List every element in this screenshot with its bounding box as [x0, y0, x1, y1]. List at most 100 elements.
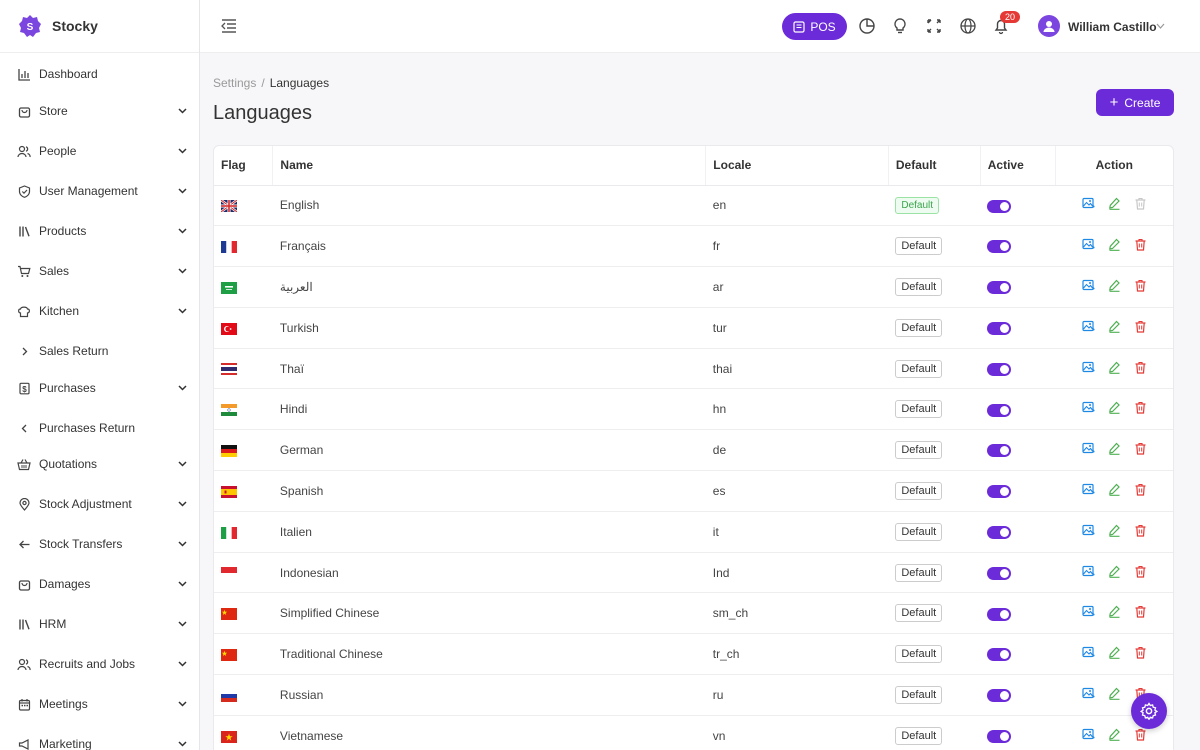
active-toggle[interactable] — [987, 281, 1012, 295]
column-header-name[interactable]: Name — [272, 146, 706, 186]
active-toggle[interactable] — [987, 566, 1012, 580]
active-toggle[interactable] — [987, 525, 1012, 539]
delete-icon[interactable] — [1134, 646, 1147, 659]
sidebar-item-damages[interactable]: Damages — [0, 566, 199, 602]
set-default-button[interactable]: Default — [895, 604, 943, 623]
menu-toggle-icon[interactable] — [220, 18, 238, 34]
delete-icon[interactable] — [1134, 401, 1147, 414]
sidebar-item-sales-return[interactable]: Sales Return — [0, 333, 199, 369]
sidebar-item-sales[interactable]: Sales — [0, 253, 199, 289]
column-header-active[interactable]: Active — [979, 146, 1056, 186]
active-toggle[interactable] — [987, 729, 1012, 743]
set-default-button[interactable]: Default — [895, 481, 943, 500]
pie-chart-icon[interactable] — [858, 17, 876, 35]
delete-icon[interactable] — [1134, 442, 1147, 455]
set-default-button[interactable]: Default — [895, 522, 943, 541]
upload-flag-icon[interactable] — [1081, 483, 1095, 496]
set-default-button[interactable]: Default — [895, 441, 943, 460]
set-default-button[interactable]: Default — [895, 318, 943, 337]
upload-flag-icon[interactable] — [1081, 605, 1095, 618]
active-toggle[interactable] — [987, 240, 1012, 254]
set-default-button[interactable]: Default — [895, 277, 943, 296]
set-default-button[interactable]: Default — [895, 685, 943, 704]
sidebar-item-recruits-and-jobs[interactable]: Recruits and Jobs — [0, 646, 199, 682]
upload-flag-icon[interactable] — [1081, 238, 1095, 251]
upload-flag-icon[interactable] — [1081, 728, 1095, 741]
brand[interactable]: S Stocky — [0, 0, 199, 53]
set-default-button[interactable]: Default — [895, 563, 943, 582]
edit-icon[interactable] — [1108, 483, 1121, 496]
delete-icon[interactable] — [1134, 605, 1147, 618]
sidebar-item-quotations[interactable]: Quotations — [0, 446, 199, 482]
upload-flag-icon[interactable] — [1081, 524, 1095, 537]
upload-flag-icon[interactable] — [1081, 361, 1095, 374]
delete-icon[interactable] — [1134, 524, 1147, 537]
delete-icon[interactable] — [1134, 238, 1147, 251]
settings-fab[interactable] — [1131, 693, 1167, 729]
active-toggle[interactable] — [987, 199, 1012, 213]
sidebar-item-marketing[interactable]: Marketing — [0, 726, 199, 750]
delete-icon[interactable] — [1134, 483, 1147, 496]
set-default-button[interactable]: Default — [895, 359, 943, 378]
upload-flag-icon[interactable] — [1081, 320, 1095, 333]
create-button[interactable]: + Create — [1096, 89, 1174, 116]
set-default-button[interactable]: Default — [895, 237, 943, 256]
active-toggle[interactable] — [987, 444, 1012, 458]
upload-flag-icon[interactable] — [1081, 279, 1095, 292]
edit-icon[interactable] — [1108, 728, 1121, 741]
column-header-locale[interactable]: Locale — [705, 146, 889, 186]
active-toggle[interactable] — [987, 648, 1012, 662]
sidebar-item-kitchen[interactable]: Kitchen — [0, 293, 199, 329]
edit-icon[interactable] — [1108, 687, 1121, 700]
sidebar-item-people[interactable]: People — [0, 133, 199, 169]
sidebar-item-stock-adjustment[interactable]: Stock Adjustment — [0, 486, 199, 522]
upload-flag-icon[interactable] — [1081, 401, 1095, 414]
sidebar-item-stock-transfers[interactable]: Stock Transfers — [0, 526, 199, 562]
column-header-default[interactable]: Default — [887, 146, 981, 186]
sidebar-item-dashboard[interactable]: Dashboard — [0, 56, 199, 92]
pos-button[interactable]: POS — [782, 13, 847, 40]
delete-icon[interactable] — [1134, 728, 1147, 741]
user-name[interactable]: William Castillo — [1068, 20, 1157, 34]
sidebar-item-purchases[interactable]: $ Purchases — [0, 370, 199, 406]
sidebar-item-user-management[interactable]: User Management — [0, 173, 199, 209]
delete-icon[interactable] — [1134, 361, 1147, 374]
column-header-flag[interactable]: Flag — [214, 146, 273, 186]
delete-icon[interactable] — [1134, 279, 1147, 292]
globe-icon[interactable] — [959, 17, 977, 35]
edit-icon[interactable] — [1108, 646, 1121, 660]
avatar[interactable] — [1038, 15, 1060, 37]
edit-icon[interactable] — [1108, 524, 1121, 537]
delete-icon[interactable] — [1134, 565, 1147, 578]
lightbulb-icon[interactable] — [891, 17, 909, 35]
active-toggle[interactable] — [987, 362, 1012, 376]
active-toggle[interactable] — [987, 607, 1012, 621]
edit-icon[interactable] — [1108, 605, 1121, 619]
sidebar-item-hrm[interactable]: HRM — [0, 606, 199, 642]
edit-icon[interactable] — [1108, 279, 1121, 292]
sidebar-item-meetings[interactable]: Meetings — [0, 686, 199, 722]
sidebar-item-purchases-return[interactable]: Purchases Return — [0, 410, 199, 446]
edit-icon[interactable] — [1108, 442, 1121, 456]
breadcrumb-parent[interactable]: Settings — [213, 76, 256, 90]
sidebar-item-store[interactable]: Store — [0, 93, 199, 129]
upload-flag-icon[interactable] — [1081, 197, 1095, 210]
edit-icon[interactable] — [1108, 565, 1121, 578]
edit-icon[interactable] — [1108, 197, 1121, 211]
upload-flag-icon[interactable] — [1081, 687, 1095, 700]
active-toggle[interactable] — [987, 485, 1012, 499]
active-toggle[interactable] — [987, 321, 1012, 335]
set-default-button[interactable]: Default — [895, 645, 943, 664]
chevron-down-icon[interactable] — [1156, 23, 1165, 29]
delete-icon[interactable] — [1134, 320, 1147, 333]
active-toggle[interactable] — [987, 403, 1012, 417]
edit-icon[interactable] — [1108, 361, 1121, 374]
upload-flag-icon[interactable] — [1081, 565, 1095, 578]
set-default-button[interactable]: Default — [895, 726, 943, 745]
edit-icon[interactable] — [1108, 320, 1121, 333]
set-default-button[interactable]: Default — [895, 400, 943, 419]
edit-icon[interactable] — [1108, 401, 1121, 415]
edit-icon[interactable] — [1108, 238, 1121, 252]
active-toggle[interactable] — [987, 689, 1012, 703]
fullscreen-icon[interactable] — [925, 17, 943, 35]
